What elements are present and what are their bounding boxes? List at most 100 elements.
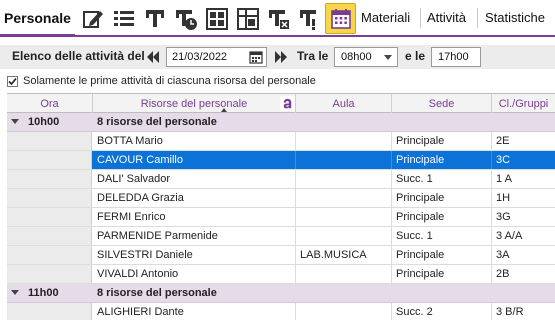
grid-view-icon[interactable]	[201, 3, 232, 34]
column-header-ora[interactable]: Ora	[7, 94, 93, 113]
group-row[interactable]: 11h00 8 risorse del personale	[7, 284, 555, 303]
column-header-risorse[interactable]: Risorse del personale	[93, 94, 296, 113]
site-cell: Principale	[392, 265, 492, 283]
class-cell: 3 B/R	[496, 306, 524, 318]
group-time: 11h00	[28, 287, 59, 299]
time-cell	[7, 170, 92, 188]
sort-ascending-icon	[221, 108, 227, 112]
check-icon	[8, 77, 17, 85]
time-cell	[7, 189, 92, 207]
class-cell: 3G	[496, 211, 511, 223]
time-cell	[7, 132, 92, 150]
table-row[interactable]: DELEDDA Grazia Principale 1H	[7, 189, 555, 208]
staff-cell: VIVALDI Antonio	[93, 265, 296, 283]
class-cell: 3A	[496, 249, 510, 261]
table-row[interactable]: BOTTA Mario Principale 2E	[7, 132, 555, 151]
next-day-button[interactable]	[273, 48, 289, 66]
chevron-left-icon	[147, 51, 159, 63]
top-tab-bar: Personale Materiali Attività Statistiche	[0, 0, 555, 37]
tree-clock-icon[interactable]	[170, 3, 201, 34]
staff-cell: DALI' Salvador	[93, 170, 296, 188]
time-cell	[7, 265, 92, 283]
activities-table: Ora Risorse del personale Aula Sede Cl./…	[7, 93, 555, 320]
tree-alert-icon[interactable]	[294, 3, 325, 34]
collapse-toggle-icon[interactable]	[11, 290, 19, 295]
table-row[interactable]: VIVALDI Antonio Principale 2B	[7, 265, 555, 284]
from-time-value: 08h00	[341, 51, 372, 63]
edit-icon[interactable]	[77, 3, 108, 34]
first-activity-only-label: Solamente le prime attività di ciascuna …	[23, 75, 316, 87]
to-time-field[interactable]: 17h00	[431, 47, 481, 67]
site-cell: Principale	[392, 208, 492, 226]
table-row[interactable]: SILVESTRI Daniele LAB.MUSICA Principale …	[7, 246, 555, 265]
group-time: 10h00	[28, 116, 60, 128]
tab-separator	[420, 8, 421, 28]
staff-cell: DELEDDA Grazia	[93, 189, 296, 207]
class-cell: 3 A/A	[496, 230, 523, 242]
room-cell	[296, 303, 392, 320]
staff-cell: ALIGHIERI Dante	[93, 303, 296, 320]
time-cell	[7, 303, 92, 320]
tab-personale[interactable]: Personale	[0, 0, 75, 37]
chevron-right-icon	[275, 51, 287, 63]
column-header-classi[interactable]: Cl./Gruppi	[492, 94, 555, 113]
between-label: Tra le	[297, 49, 329, 63]
room-cell	[296, 265, 392, 283]
group-count-label: 8 risorse del personale	[97, 116, 217, 128]
table-row[interactable]: ALIGHIERI Dante Succ. 2 3 B/R	[7, 303, 555, 320]
site-cell: Succ. 1	[392, 227, 492, 245]
room-cell	[296, 189, 392, 207]
room-cell	[296, 151, 392, 169]
time-cell	[7, 227, 92, 245]
room-cell	[296, 132, 392, 150]
table-header: Ora Risorse del personale Aula Sede Cl./…	[7, 93, 555, 113]
list-icon[interactable]	[108, 3, 139, 34]
activity-filter-bar: Elenco delle attività del 21/03/2022 Tra…	[0, 45, 555, 69]
previous-day-button[interactable]	[145, 48, 161, 66]
table-view-icon[interactable]	[232, 3, 263, 34]
from-time-select[interactable]: 08h00	[334, 47, 398, 67]
staff-cell: FERMI Enrico	[93, 208, 296, 226]
time-cell	[7, 246, 92, 264]
collapse-toggle-icon[interactable]	[11, 119, 19, 124]
calendar-icon[interactable]	[325, 3, 356, 34]
and-label: e le	[405, 49, 426, 63]
toolbar-icons	[77, 3, 356, 34]
column-header-sede[interactable]: Sede	[392, 94, 492, 113]
calendar-picker-icon[interactable]	[249, 50, 263, 64]
room-cell	[296, 208, 392, 226]
tab-attivita[interactable]: Attività	[427, 0, 466, 35]
first-activity-only-checkbox[interactable]	[7, 75, 18, 87]
class-cell: 1 A	[496, 173, 512, 185]
table-row-selected[interactable]: CAVOUR Camillo Principale 3C	[7, 151, 555, 170]
tab-statistiche[interactable]: Statistiche	[485, 0, 545, 35]
class-cell: 1H	[496, 192, 511, 204]
staff-cell: PARMENIDE Parmenide	[93, 227, 296, 245]
site-cell: Succ. 1	[392, 170, 492, 188]
chevron-down-icon	[384, 55, 392, 60]
room-cell	[296, 227, 392, 245]
table-row[interactable]: FERMI Enrico Principale 3G	[7, 208, 555, 227]
date-field[interactable]: 21/03/2022	[166, 47, 267, 67]
tree-delete-icon[interactable]	[263, 3, 294, 34]
class-cell: 2E	[496, 135, 510, 147]
activities-of-label: Elenco delle attività del	[12, 49, 145, 63]
site-cell: Principale	[392, 132, 492, 150]
time-cell	[7, 151, 92, 169]
time-cell	[7, 208, 92, 226]
alphabetical-order-icon[interactable]	[280, 96, 295, 111]
site-cell: Principale	[392, 151, 492, 169]
site-cell: Principale	[392, 246, 492, 264]
room-cell	[296, 170, 392, 188]
class-cell: 2B	[496, 268, 510, 280]
tab-materiali[interactable]: Materiali	[361, 0, 410, 35]
group-row[interactable]: 10h00 8 risorse del personale	[7, 113, 555, 132]
tree-filter-icon[interactable]	[139, 3, 170, 34]
staff-cell: CAVOUR Camillo	[93, 151, 296, 169]
first-activity-only-option[interactable]: Solamente le prime attività di ciascuna …	[7, 74, 316, 88]
date-value: 21/03/2022	[172, 51, 228, 63]
table-row[interactable]: DALI' Salvador Succ. 1 1 A	[7, 170, 555, 189]
table-row[interactable]: PARMENIDE Parmenide Succ. 1 3 A/A	[7, 227, 555, 246]
group-count-label: 8 risorse del personale	[97, 287, 217, 299]
column-header-aula[interactable]: Aula	[296, 94, 392, 113]
